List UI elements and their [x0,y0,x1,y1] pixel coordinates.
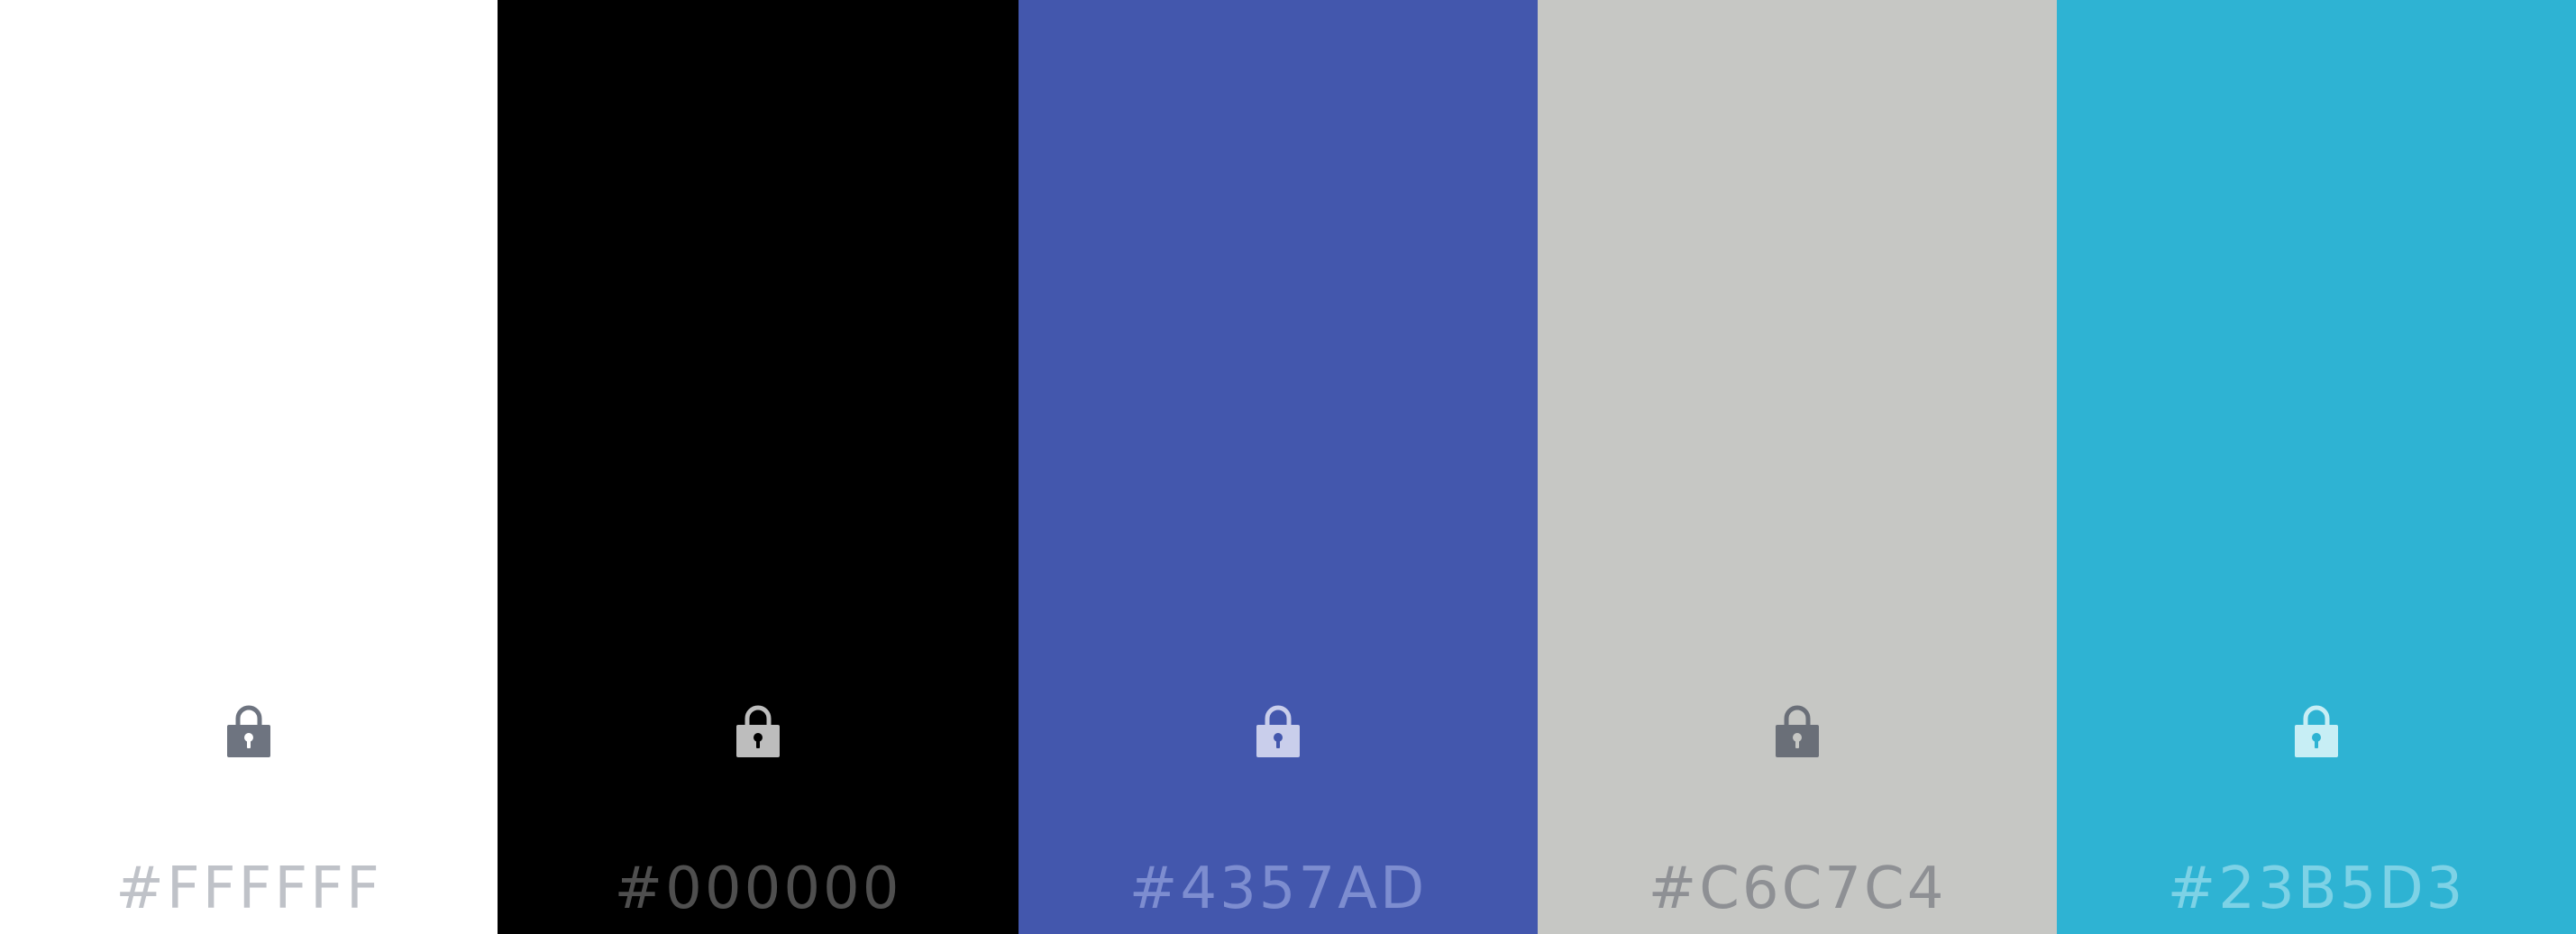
lock-icon[interactable] [1256,701,1300,757]
color-palette: #FFFFFF #000000 #4357AD #C6C7C4 #23B5D3 [0,0,2576,934]
color-swatch-3[interactable]: #4357AD [1019,0,1538,934]
lock-icon[interactable] [736,701,780,757]
hex-code-label[interactable]: #23B5D3 [2057,855,2576,923]
lock-icon[interactable] [2295,701,2338,757]
hex-code-label[interactable]: #C6C7C4 [1538,855,2057,923]
color-swatch-5[interactable]: #23B5D3 [2057,0,2576,934]
hex-code-label[interactable]: #4357AD [1019,855,1538,923]
lock-icon[interactable] [227,701,270,757]
hex-code-label[interactable]: #FFFFFF [0,855,498,923]
lock-icon[interactable] [1776,701,1819,757]
color-swatch-4[interactable]: #C6C7C4 [1538,0,2057,934]
hex-code-label[interactable]: #000000 [498,855,1019,923]
color-swatch-1[interactable]: #FFFFFF [0,0,498,934]
color-swatch-2[interactable]: #000000 [498,0,1019,934]
